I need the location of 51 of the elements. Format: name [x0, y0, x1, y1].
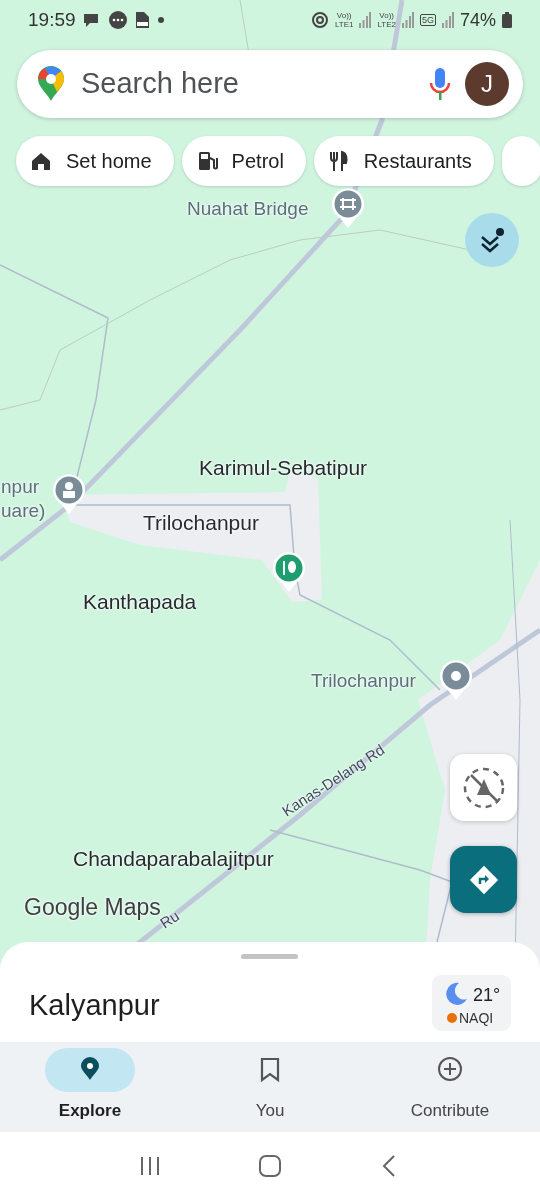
sim-label: Vo)) LTE2	[377, 11, 396, 29]
home-icon	[30, 150, 52, 172]
add-circle-icon	[438, 1057, 462, 1083]
map-pin-icon[interactable]	[272, 551, 306, 593]
home-button[interactable]	[258, 1153, 282, 1179]
nav-tab[interactable]: Explore	[0, 1042, 180, 1132]
signal-icon	[359, 12, 372, 28]
filter-chip[interactable]: Restaurants	[313, 136, 494, 186]
hotspot-icon	[310, 11, 329, 29]
battery-percent: 74%	[459, 8, 496, 32]
nav-tab[interactable]: You	[180, 1042, 360, 1132]
map-label: uare)	[1, 499, 46, 523]
map-pin-icon[interactable]	[331, 187, 365, 229]
signal-icon	[441, 12, 454, 28]
map-label: Trilochanpur	[143, 510, 259, 536]
microphone-icon[interactable]	[429, 67, 451, 101]
network-type: 5G	[419, 14, 436, 26]
compass-button[interactable]	[450, 754, 517, 821]
directions-button[interactable]	[450, 846, 517, 913]
layers-button[interactable]	[465, 213, 519, 267]
aqi-label: NAQI	[459, 1009, 494, 1028]
moon-icon	[444, 981, 468, 1005]
temperature: 21°	[473, 984, 501, 1007]
status-time: 19:59	[28, 7, 76, 32]
sim-label: Vo)) LTE1	[334, 11, 354, 29]
fork-knife-icon	[327, 150, 350, 172]
notification-dot-icon	[155, 15, 166, 25]
place-name: Kalyanpur	[29, 988, 160, 1023]
bookmark-icon	[258, 1057, 282, 1083]
layers-icon	[479, 227, 505, 253]
filter-chip[interactable]: Set home	[16, 136, 174, 186]
map-label: Kanthapada	[83, 589, 197, 615]
map-pin-icon[interactable]	[52, 473, 86, 515]
nav-tab[interactable]: Contribute	[360, 1042, 540, 1132]
signal-icon	[401, 12, 414, 28]
search-field[interactable]: Search here J	[17, 50, 523, 118]
drag-handle[interactable]	[241, 954, 298, 959]
map-label: Trilochanpur	[311, 669, 416, 693]
map-label: Karimul-Sebatipur	[199, 455, 368, 481]
map-label: npur	[1, 475, 40, 499]
home-square-icon	[258, 1154, 282, 1179]
map-pin-icon[interactable]	[439, 659, 473, 701]
maps-logo-icon	[37, 66, 65, 102]
weather-chip[interactable]: 21° NAQI	[432, 975, 511, 1031]
chat-icon	[107, 10, 128, 30]
profile-avatar[interactable]: J	[465, 62, 509, 106]
battery-icon	[502, 12, 512, 28]
map-label: Nuahat Bridge	[187, 197, 309, 221]
filter-chip[interactable]: Petrol	[181, 136, 306, 186]
map-logo: Google Maps	[24, 896, 161, 919]
map-label: Chandaparabalajitpur	[73, 846, 274, 872]
